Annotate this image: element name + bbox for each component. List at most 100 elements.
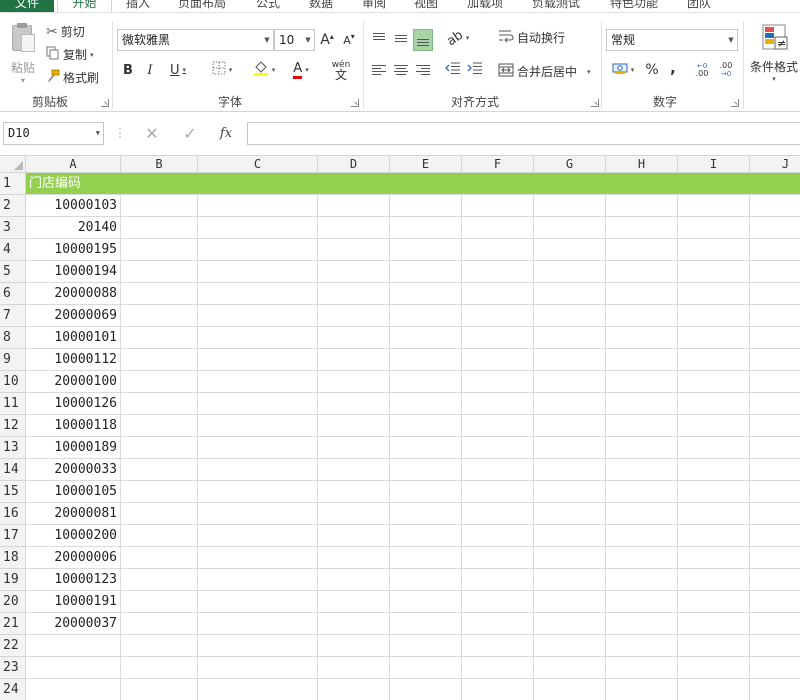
increase-indent-button[interactable] <box>466 59 484 81</box>
cell-G23[interactable] <box>534 657 606 679</box>
cell-G7[interactable] <box>534 305 606 327</box>
cell-B9[interactable] <box>121 349 198 371</box>
cell-H4[interactable] <box>606 239 678 261</box>
cell-J17[interactable] <box>750 525 800 547</box>
cell-J22[interactable] <box>750 635 800 657</box>
cell-B6[interactable] <box>121 283 198 305</box>
cut-button[interactable]: ✂ 剪切 <box>46 23 85 40</box>
cell-A12[interactable]: 10000118 <box>26 415 121 437</box>
borders-button[interactable]: ▾ <box>206 59 238 81</box>
cell-A22[interactable] <box>26 635 121 657</box>
cell-C20[interactable] <box>198 591 318 613</box>
align-top-button[interactable] <box>370 27 388 49</box>
cell-A19[interactable]: 10000123 <box>26 569 121 591</box>
cell-F2[interactable] <box>462 195 534 217</box>
cancel-button[interactable]: ✕ <box>138 122 166 145</box>
copy-button[interactable]: 复制 ▾ <box>46 46 94 63</box>
worksheet-grid[interactable]: ABCDEFGHIJ 1 2 3 4 5 6 7 8 9 10 11 12 13 14 15 16 17 18 19… <box>0 156 800 700</box>
cell-B22[interactable] <box>121 635 198 657</box>
cell-A5[interactable]: 10000194 <box>26 261 121 283</box>
cell-H5[interactable] <box>606 261 678 283</box>
cell-I12[interactable] <box>678 415 750 437</box>
cell-A17[interactable]: 10000200 <box>26 525 121 547</box>
font-color-button[interactable]: A ▾ <box>286 59 316 81</box>
row-header-14[interactable]: 14 <box>0 459 26 481</box>
cell-I9[interactable] <box>678 349 750 371</box>
column-header-c[interactable]: C <box>198 156 318 173</box>
cell-I5[interactable] <box>678 261 750 283</box>
italic-button[interactable]: I <box>142 59 158 81</box>
cell-F21[interactable] <box>462 613 534 635</box>
cell-I16[interactable] <box>678 503 750 525</box>
cell-F6[interactable] <box>462 283 534 305</box>
enter-button[interactable]: ✓ <box>176 122 204 145</box>
cell-A14[interactable]: 20000033 <box>26 459 121 481</box>
cell-H13[interactable] <box>606 437 678 459</box>
cell-D18[interactable] <box>318 547 390 569</box>
column-header-a[interactable]: A <box>26 156 121 173</box>
tab-formulas[interactable]: 公式 <box>256 0 280 12</box>
tab-team[interactable]: 团队 <box>687 0 711 12</box>
cell-D13[interactable] <box>318 437 390 459</box>
cell-J7[interactable] <box>750 305 800 327</box>
cell-J6[interactable] <box>750 283 800 305</box>
cell-J15[interactable] <box>750 481 800 503</box>
cell-I11[interactable] <box>678 393 750 415</box>
cell-G4[interactable] <box>534 239 606 261</box>
align-bottom-button[interactable] <box>413 29 433 51</box>
cell-B14[interactable] <box>121 459 198 481</box>
cell-F10[interactable] <box>462 371 534 393</box>
decrease-decimal-button[interactable]: .00 →0 <box>716 59 736 81</box>
row-header-24[interactable]: 24 <box>0 679 26 700</box>
cell-C24[interactable] <box>198 679 318 700</box>
cell-C23[interactable] <box>198 657 318 679</box>
cell-D17[interactable] <box>318 525 390 547</box>
cell-F3[interactable] <box>462 217 534 239</box>
cell-D16[interactable] <box>318 503 390 525</box>
cell-I6[interactable] <box>678 283 750 305</box>
row-header-15[interactable]: 15 <box>0 481 26 503</box>
cell-E22[interactable] <box>390 635 462 657</box>
row-header-19[interactable]: 19 <box>0 569 26 591</box>
cell-A2[interactable]: 10000103 <box>26 195 121 217</box>
cell-D20[interactable] <box>318 591 390 613</box>
row-header-8[interactable]: 8 <box>0 327 26 349</box>
row-header-11[interactable]: 11 <box>0 393 26 415</box>
align-right-button[interactable] <box>414 59 432 81</box>
cell-J16[interactable] <box>750 503 800 525</box>
cell-G9[interactable] <box>534 349 606 371</box>
cell-I8[interactable] <box>678 327 750 349</box>
cell-D3[interactable] <box>318 217 390 239</box>
column-header-h[interactable]: H <box>606 156 678 173</box>
bold-button[interactable]: B <box>120 59 136 81</box>
cell-E21[interactable] <box>390 613 462 635</box>
cell-D10[interactable] <box>318 371 390 393</box>
cell-E23[interactable] <box>390 657 462 679</box>
cell-E8[interactable] <box>390 327 462 349</box>
cell-I15[interactable] <box>678 481 750 503</box>
tab-load-test[interactable]: 负载测试 <box>532 0 580 12</box>
cell-H6[interactable] <box>606 283 678 305</box>
insert-function-button[interactable]: fx <box>212 122 240 145</box>
cell-B17[interactable] <box>121 525 198 547</box>
cell-G14[interactable] <box>534 459 606 481</box>
cell-B21[interactable] <box>121 613 198 635</box>
cell-F11[interactable] <box>462 393 534 415</box>
cell-F17[interactable] <box>462 525 534 547</box>
cell-B10[interactable] <box>121 371 198 393</box>
cell-I20[interactable] <box>678 591 750 613</box>
font-name-combo[interactable]: 微软雅黑 ▼ <box>117 29 274 51</box>
cell-A16[interactable]: 20000081 <box>26 503 121 525</box>
cell-F9[interactable] <box>462 349 534 371</box>
cell-J19[interactable] <box>750 569 800 591</box>
cell-H14[interactable] <box>606 459 678 481</box>
cell-E16[interactable] <box>390 503 462 525</box>
cell-G20[interactable] <box>534 591 606 613</box>
cell-C13[interactable] <box>198 437 318 459</box>
clipboard-launcher-icon[interactable] <box>101 99 109 107</box>
cell-H20[interactable] <box>606 591 678 613</box>
cell-J14[interactable] <box>750 459 800 481</box>
cell-B13[interactable] <box>121 437 198 459</box>
number-launcher-icon[interactable] <box>731 99 739 107</box>
cell-C15[interactable] <box>198 481 318 503</box>
